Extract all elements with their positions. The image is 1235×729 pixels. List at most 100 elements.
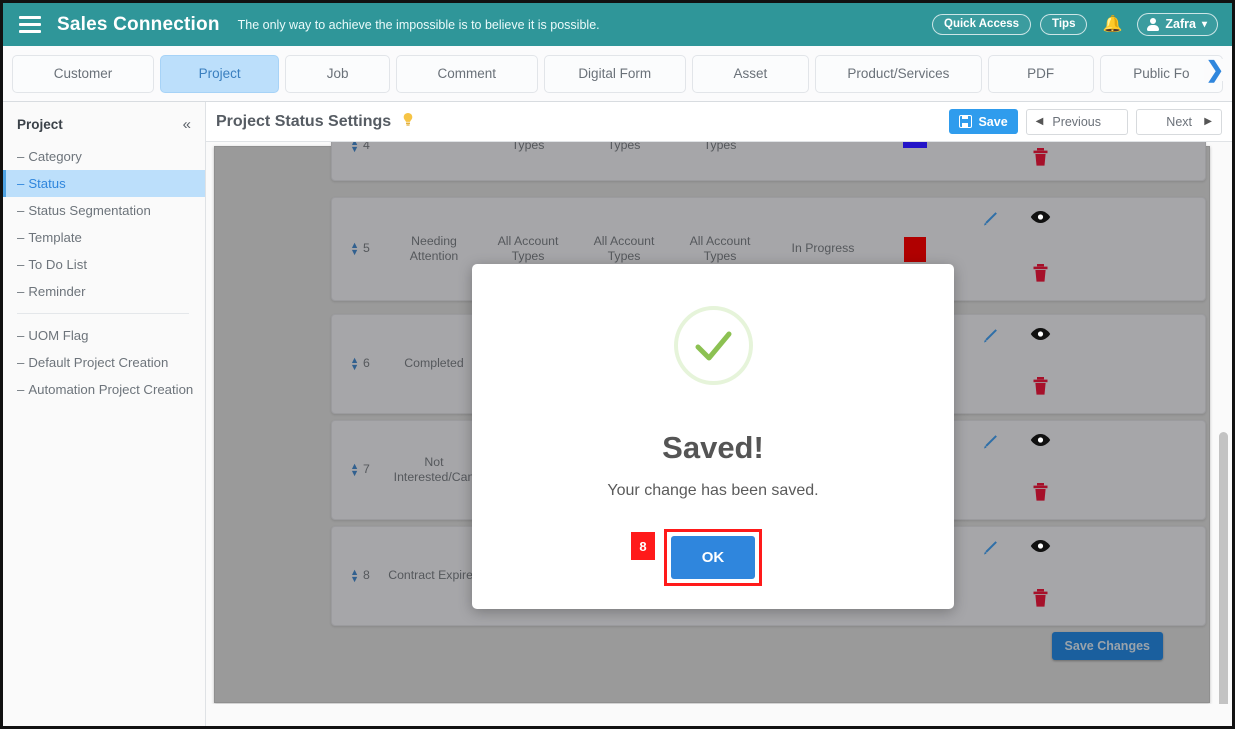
module-tab-strip: Customer Project Job Comment Digital For…: [3, 46, 1232, 102]
row-account-type-2: All Account Types: [593, 233, 655, 263]
tab-customer[interactable]: Customer: [12, 54, 154, 93]
check-mark-icon-svg: [695, 331, 732, 360]
row-color-cell[interactable]: [878, 142, 952, 148]
sidebar-item-uom-flag[interactable]: – UOM Flag: [3, 322, 205, 349]
lightbulb-icon-svg: [403, 113, 413, 126]
eye-view-icon[interactable]: [1030, 539, 1051, 558]
row-color-cell[interactable]: [878, 236, 952, 262]
floppy-save-icon: [959, 115, 973, 128]
sidebar-item-reminder[interactable]: – Reminder: [3, 278, 205, 305]
row-actions-cell: [952, 198, 1205, 300]
color-swatch: [903, 142, 927, 148]
row-order-cell[interactable]: ▲▼ 4: [332, 142, 388, 154]
sidebar-item-to-do-list[interactable]: – To Do List: [3, 251, 205, 278]
row-order-cell[interactable]: ▲ ▼ 6: [332, 355, 388, 371]
eye-view-icon[interactable]: [1030, 210, 1051, 229]
sidebar-dash-icon: –: [17, 149, 25, 164]
tips-button[interactable]: Tips: [1040, 14, 1088, 35]
app-tagline: The only way to achieve the impossible i…: [237, 17, 600, 32]
quick-access-button[interactable]: Quick Access: [932, 14, 1032, 35]
table-row: ▲▼ 4 Types Types Types: [331, 142, 1206, 181]
scrollbar-thumb[interactable]: [1219, 432, 1228, 726]
sidebar-header: Project «: [3, 112, 205, 143]
sidebar-item-label: Category: [28, 149, 82, 164]
tab-job[interactable]: Job: [285, 54, 390, 93]
sidebar-item-label: Status: [28, 176, 66, 191]
row-order-cell[interactable]: ▲ ▼ 5: [332, 240, 388, 256]
sidebar-item-status[interactable]: – Status: [3, 170, 205, 197]
sidebar-item-status-segmentation[interactable]: – Status Segmentation: [3, 197, 205, 224]
row-account-type-3: All Account Types: [689, 233, 751, 263]
sidebar-dash-icon: –: [17, 176, 25, 191]
tab-project[interactable]: Project: [159, 54, 280, 93]
row-account-type-2: Types: [607, 142, 641, 153]
row-order-value: 5: [363, 241, 370, 256]
success-check-icon: [673, 306, 753, 385]
sort-updown-icon[interactable]: ▲▼: [350, 567, 359, 583]
pencil-edit-icon[interactable]: [980, 327, 999, 346]
sidebar-item-default-project-creation[interactable]: – Default Project Creation: [3, 349, 205, 376]
next-button-label: Next: [1166, 114, 1192, 129]
row-account-type-3: Types: [703, 142, 737, 153]
row-actions-cell: [952, 527, 1205, 625]
content-vertical-scrollbar[interactable]: [1219, 142, 1228, 726]
ok-button[interactable]: OK: [671, 536, 755, 579]
hamburger-menu-icon[interactable]: [19, 16, 41, 33]
row-name-cell: Not Interested/Can: [393, 454, 475, 484]
lightbulb-hint-icon[interactable]: [401, 112, 415, 131]
avatar-person-icon: [1146, 17, 1159, 31]
sidebar-item-label: To Do List: [28, 257, 87, 272]
tab-pdf[interactable]: PDF: [987, 54, 1094, 93]
tab-comment[interactable]: Comment: [395, 54, 538, 93]
trash-delete-icon[interactable]: [1032, 147, 1049, 172]
row-order-value: 6: [363, 356, 370, 371]
row-actions-cell: [952, 142, 1205, 180]
eye-view-icon[interactable]: [1030, 327, 1051, 346]
previous-button[interactable]: ◀ Previous: [1025, 108, 1128, 135]
trash-delete-icon[interactable]: [1032, 482, 1049, 507]
trash-delete-icon[interactable]: [1032, 263, 1049, 288]
top-header-bar: Sales Connection The only way to achieve…: [3, 3, 1232, 46]
user-menu[interactable]: Zafra ▾: [1137, 13, 1218, 36]
app-brand-title: Sales Connection: [57, 13, 220, 35]
next-button[interactable]: Next ▶: [1136, 108, 1222, 135]
sidebar-item-label: Default Project Creation: [28, 355, 169, 370]
page-title: Project Status Settings: [216, 112, 392, 130]
sort-updown-icon[interactable]: ▲▼: [350, 240, 359, 256]
pencil-edit-icon[interactable]: [980, 539, 999, 558]
header-actions: Quick Access Tips 🔔 Zafra ▾: [932, 13, 1218, 36]
sidebar-item-template[interactable]: – Template: [3, 224, 205, 251]
sort-updown-icon[interactable]: ▲▼: [350, 461, 359, 477]
sidebar-dash-icon: –: [17, 230, 25, 245]
sort-updown-icon[interactable]: ▲▼: [350, 142, 359, 154]
save-changes-button[interactable]: Save Changes: [1051, 632, 1163, 660]
tabs-scroll-right-icon[interactable]: ❯: [1203, 59, 1228, 81]
sidebar-dash-icon: –: [17, 382, 25, 397]
page-header-actions: Save ◀ Previous Next ▶: [949, 108, 1222, 135]
save-button[interactable]: Save: [949, 109, 1018, 134]
eye-view-icon[interactable]: [1030, 433, 1051, 452]
tab-digital-form[interactable]: Digital Form: [543, 54, 686, 93]
sidebar-dash-icon: –: [17, 355, 25, 370]
sidebar-dash-icon: –: [17, 203, 25, 218]
trash-delete-icon[interactable]: [1032, 376, 1049, 401]
sidebar-item-automation-project-creation[interactable]: – Automation Project Creation: [3, 376, 205, 403]
tab-product-services[interactable]: Product/Services: [815, 54, 982, 93]
sidebar-item-category[interactable]: – Category: [3, 143, 205, 170]
sidebar-title: Project: [17, 117, 63, 132]
row-order-cell[interactable]: ▲ ▼ 7: [332, 461, 388, 477]
pencil-edit-icon[interactable]: [980, 210, 999, 229]
arrow-right-icon: ▶: [1204, 116, 1212, 127]
sort-updown-icon[interactable]: ▲▼: [350, 355, 359, 371]
color-swatch: [904, 236, 926, 262]
sidebar-item-label: Automation Project Creation: [28, 382, 194, 397]
trash-delete-icon[interactable]: [1032, 588, 1049, 613]
sidebar-collapse-icon[interactable]: «: [183, 116, 191, 133]
pencil-edit-icon[interactable]: [980, 433, 999, 452]
row-actions-cell: [952, 421, 1205, 519]
modal-ok-wrapper: 8 OK: [631, 529, 762, 586]
modal-title: Saved!: [662, 430, 764, 465]
row-order-cell[interactable]: ▲ ▼ 8: [332, 567, 388, 583]
tab-asset[interactable]: Asset: [691, 54, 810, 93]
bell-icon[interactable]: 🔔: [1096, 16, 1128, 33]
